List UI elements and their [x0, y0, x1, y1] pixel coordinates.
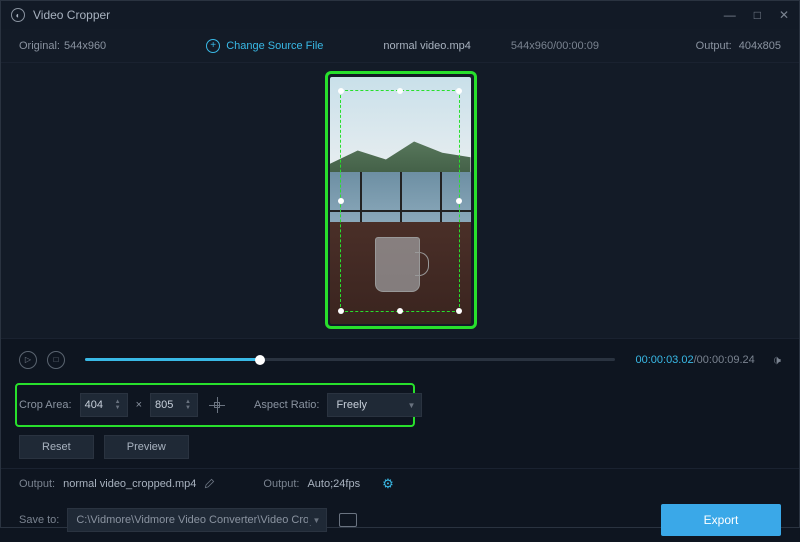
- timeline-slider[interactable]: [85, 358, 615, 361]
- window-title: Video Cropper: [33, 8, 110, 22]
- close-button[interactable]: ✕: [779, 8, 789, 22]
- save-row: Save to: C:\Vidmore\Vidmore Video Conver…: [1, 498, 799, 542]
- output-label: Output: 404x805: [696, 40, 781, 52]
- reset-button[interactable]: Reset: [19, 435, 94, 459]
- video-preview[interactable]: [330, 77, 471, 324]
- crop-selection[interactable]: [340, 90, 460, 312]
- crop-handle-r[interactable]: [456, 198, 462, 204]
- crop-handle-t[interactable]: [397, 88, 403, 94]
- stop-button[interactable]: □: [47, 351, 65, 369]
- preview-button[interactable]: Preview: [104, 435, 189, 459]
- timeline-progress: [85, 358, 260, 361]
- current-time: 00:00:03.02: [635, 354, 693, 366]
- output-settings-row: Output: normal video_cropped.mp4 Output:…: [1, 468, 799, 498]
- crop-handle-l[interactable]: [338, 198, 344, 204]
- multiply-icon: ×: [136, 399, 142, 411]
- change-source-button[interactable]: + Change Source File: [206, 39, 323, 53]
- info-bar: Original: 544x960 + Change Source File n…: [1, 29, 799, 63]
- width-spinner[interactable]: ▲▼: [115, 395, 125, 415]
- crop-settings-row: Crop Area: 404 ▲▼ × 805 ▲▼ Aspect Ratio:…: [1, 380, 799, 430]
- output-filename: normal video_cropped.mp4: [63, 478, 196, 490]
- save-path-select[interactable]: C:\Vidmore\Vidmore Video Converter\Video…: [67, 508, 327, 532]
- plus-icon: +: [206, 39, 220, 53]
- minimize-button[interactable]: —: [724, 8, 736, 22]
- aspect-ratio-label: Aspect Ratio:: [254, 399, 319, 411]
- total-time: 00:00:09.24: [697, 354, 755, 366]
- timeline-playhead[interactable]: [255, 355, 265, 365]
- original-label: Original:: [19, 40, 60, 52]
- source-filename: normal video.mp4: [383, 40, 470, 52]
- crop-handle-tl[interactable]: [338, 88, 344, 94]
- volume-icon[interactable]: 🕩: [773, 352, 781, 368]
- crop-area-label: Crop Area:: [19, 399, 72, 411]
- crop-width-input[interactable]: 404 ▲▼: [80, 393, 128, 417]
- change-source-label: Change Source File: [226, 40, 323, 52]
- crop-handle-br[interactable]: [456, 308, 462, 314]
- edit-filename-icon[interactable]: [204, 478, 215, 489]
- action-buttons-row: Reset Preview: [1, 430, 799, 464]
- original-dims: 544x960: [64, 40, 106, 52]
- export-button[interactable]: Export: [661, 504, 781, 536]
- aspect-ratio-select[interactable]: Freely: [327, 393, 422, 417]
- playback-controls: ▷ □ 00:00:03.02/00:00:09.24 🕩: [1, 338, 799, 380]
- play-button[interactable]: ▷: [19, 351, 37, 369]
- output-settings-icon[interactable]: ⚙: [382, 476, 394, 492]
- center-crop-button[interactable]: [206, 394, 228, 416]
- open-folder-icon[interactable]: [339, 513, 357, 527]
- maximize-button[interactable]: □: [754, 8, 761, 22]
- source-info: 544x960/00:00:09: [511, 40, 599, 52]
- titlebar: ◐ Video Cropper — □ ✕: [1, 1, 799, 29]
- crop-height-input[interactable]: 805 ▲▼: [150, 393, 198, 417]
- output-format-label: Output:: [263, 478, 299, 490]
- height-spinner[interactable]: ▲▼: [185, 395, 195, 415]
- output-file-label: Output:: [19, 478, 55, 490]
- window-controls: — □ ✕: [724, 8, 789, 22]
- crop-handle-b[interactable]: [397, 308, 403, 314]
- crop-handle-tr[interactable]: [456, 88, 462, 94]
- save-to-label: Save to:: [19, 514, 59, 526]
- app-logo-icon: ◐: [11, 8, 25, 22]
- crop-handle-bl[interactable]: [338, 308, 344, 314]
- time-display: 00:00:03.02/00:00:09.24: [635, 354, 754, 366]
- preview-area: [1, 63, 799, 338]
- output-format-value: Auto;24fps: [307, 478, 360, 490]
